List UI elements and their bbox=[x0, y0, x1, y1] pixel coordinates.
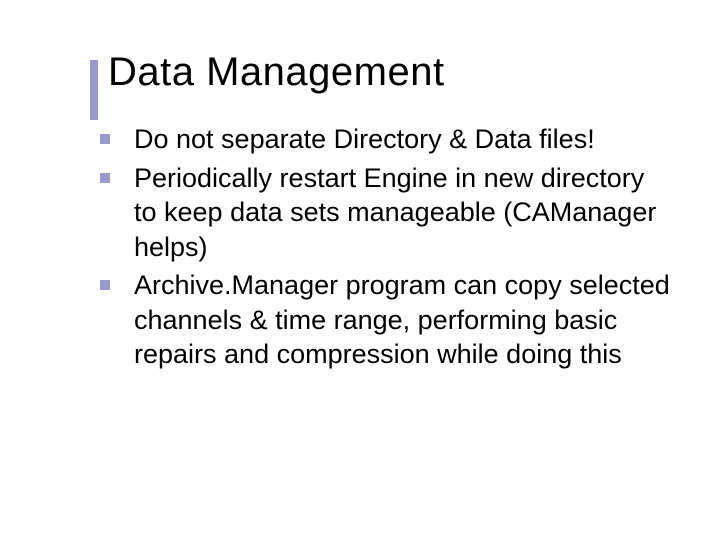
list-item: Archive.Manager program can copy selecte… bbox=[90, 268, 670, 372]
list-item: Do not separate Directory & Data files! bbox=[90, 122, 670, 157]
list-item-text: Periodically restart Engine in new direc… bbox=[134, 163, 656, 262]
square-bullet-icon bbox=[100, 173, 110, 183]
list-item-text: Do not separate Directory & Data files! bbox=[134, 124, 595, 154]
slide: Data Management Do not separate Director… bbox=[0, 0, 720, 540]
bullet-list: Do not separate Directory & Data files! … bbox=[90, 122, 690, 372]
list-item-text: Archive.Manager program can copy selecte… bbox=[134, 270, 670, 369]
title-accent-bar bbox=[90, 60, 98, 120]
square-bullet-icon bbox=[100, 134, 110, 144]
square-bullet-icon bbox=[100, 280, 110, 290]
list-item: Periodically restart Engine in new direc… bbox=[90, 161, 670, 265]
slide-title: Data Management bbox=[108, 50, 690, 94]
